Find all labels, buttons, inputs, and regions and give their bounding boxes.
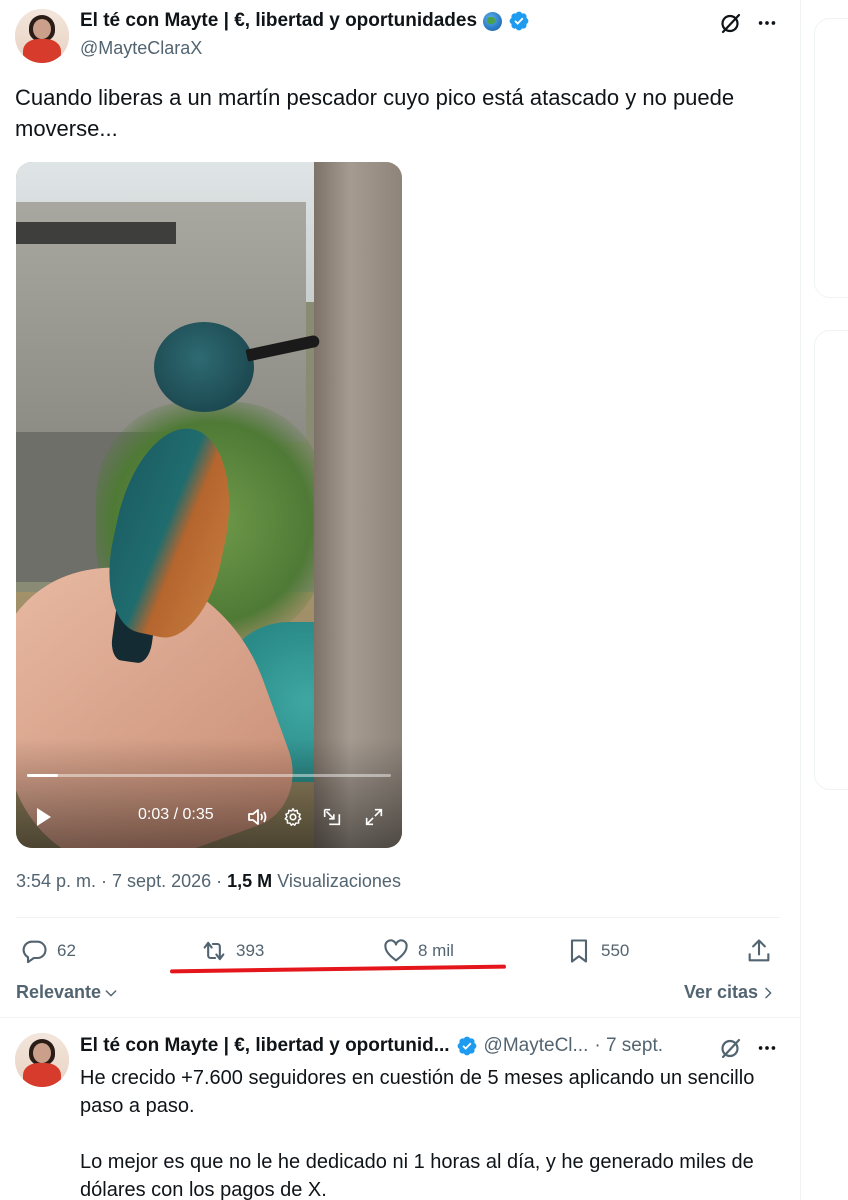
repost-count: 393 (236, 941, 265, 960)
timeline-column: El té con Mayte | €, libertad y oportuni… (0, 0, 801, 1200)
reply-avatar[interactable] (15, 1033, 69, 1087)
play-icon[interactable] (30, 803, 58, 831)
like-button[interactable]: 8 mil (382, 936, 454, 966)
reply-author-name[interactable]: El té con Mayte | €, libertad y oportuni… (80, 1035, 450, 1057)
sidebar-card (814, 18, 848, 298)
more-icon[interactable] (752, 8, 782, 38)
reply-paragraph: He crecido +7.600 seguidores en cuestión… (80, 1067, 755, 1117)
bookmark-count: 550 (601, 941, 630, 960)
author-name-row[interactable]: El té con Mayte | €, libertad y oportuni… (80, 10, 530, 32)
repost-button[interactable]: 393 (200, 936, 264, 966)
share-button[interactable] (745, 936, 773, 966)
grok-icon[interactable] (716, 8, 746, 38)
sort-label: Relevante (16, 982, 102, 1002)
verified-badge-icon (509, 11, 529, 31)
chevron-down-icon (105, 989, 117, 996)
sidebar-card (814, 330, 848, 790)
author-handle[interactable]: @MayteClaraX (80, 38, 202, 59)
reply-button[interactable]: 62 (21, 936, 76, 966)
heart-icon (384, 939, 408, 962)
quotes-label: Ver citas (684, 982, 759, 1002)
tweet-video[interactable]: 0:03 / 0:35 (16, 162, 402, 848)
more-icon[interactable] (752, 1033, 782, 1063)
tweet-meta: 3:54 p. m. · 7 sept. 2026 · 1,5 M Visual… (16, 871, 401, 892)
chevron-right-icon (765, 987, 772, 998)
verified-badge-icon (457, 1036, 476, 1056)
video-time: 0:03 / 0:35 (138, 806, 214, 823)
tweet-timestamp[interactable]: 3:54 p. m. · 7 sept. 2026 (16, 871, 211, 891)
share-icon (748, 939, 770, 962)
divider-replies (0, 1017, 801, 1018)
video-frame-roof (16, 222, 176, 244)
reply-text: He crecido +7.600 seguidores en cuestión… (80, 1064, 780, 1200)
repost-icon (203, 941, 225, 961)
gear-icon[interactable] (278, 802, 308, 832)
reply-icon (22, 940, 47, 964)
grok-icon[interactable] (716, 1033, 746, 1063)
fullscreen-icon[interactable] (359, 802, 389, 832)
picture-in-picture-icon[interactable] (317, 802, 347, 832)
bookmark-button[interactable]: 550 (565, 936, 629, 966)
meta-separator: · (216, 871, 223, 891)
globe-emoji-icon (483, 11, 503, 31)
sort-dropdown[interactable]: Relevante (16, 982, 119, 1003)
video-progress-fill (27, 774, 59, 777)
author-name[interactable]: El té con Mayte | €, libertad y oportuni… (80, 10, 477, 32)
tweet-text: Cuando liberas a un martín pescador cuyo… (15, 85, 735, 141)
reply-count: 62 (57, 941, 76, 960)
author-avatar[interactable] (15, 9, 69, 63)
reply-author-handle[interactable]: @MayteCl... (484, 1035, 589, 1057)
video-progress-bar[interactable] (27, 774, 391, 777)
reply-header: El té con Mayte | €, libertad y oportuni… (80, 1035, 663, 1057)
reply-time[interactable]: · 7 sept. (594, 1035, 663, 1057)
reply-paragraph: Lo mejor es que no le he dedicado ni 1 h… (80, 1151, 754, 1200)
views-label: Visualizaciones (277, 871, 401, 891)
divider-top (16, 917, 780, 918)
video-frame-bird-head (154, 322, 254, 412)
quotes-link[interactable]: Ver citas (684, 982, 776, 1003)
volume-icon[interactable] (242, 802, 272, 832)
like-count: 8 mil (418, 941, 454, 960)
views-count: 1,5 M (227, 871, 273, 891)
bookmark-icon (570, 939, 588, 963)
